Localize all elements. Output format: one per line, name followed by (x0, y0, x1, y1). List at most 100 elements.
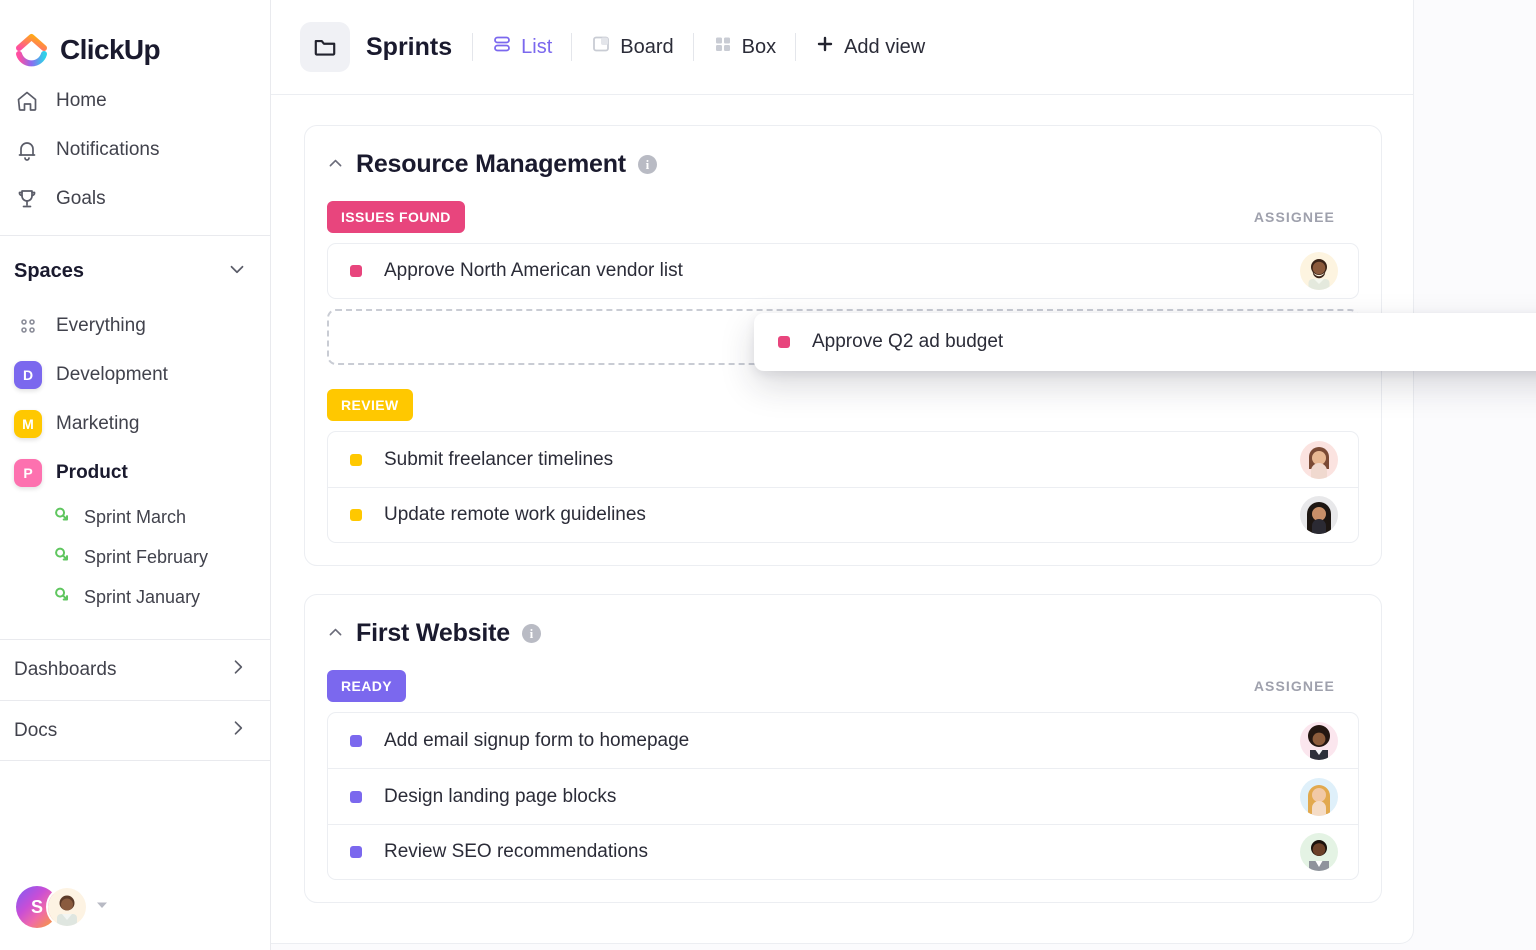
sidebar-item-label: Docs (14, 719, 58, 741)
table-row[interactable]: Add email signup form to homepage (327, 712, 1359, 768)
status-badge[interactable]: REVIEW (327, 389, 413, 421)
assignee-column-header: ASSIGNEE (1253, 209, 1335, 225)
info-icon[interactable]: i (521, 624, 541, 643)
group-header[interactable]: Resource Management i (305, 126, 1381, 179)
sidebar-item-home[interactable]: Home (0, 76, 270, 125)
bell-icon (14, 138, 40, 162)
status-dot (778, 336, 790, 348)
status-badge[interactable]: READY (327, 670, 407, 702)
tab-board[interactable]: Board (572, 25, 692, 69)
avatar[interactable] (1300, 252, 1338, 290)
assignee-column-header: ASSIGNEE (1253, 678, 1335, 694)
sidebar-item-label: Product (56, 461, 128, 483)
box-icon (713, 34, 733, 60)
user-menu-caret-icon[interactable] (96, 898, 108, 916)
tab-label: Board (620, 35, 674, 58)
sidebar-item-label: Everything (56, 314, 146, 336)
status-header-review: REVIEW (305, 387, 1381, 421)
sidebar-item-label: Dashboards (14, 659, 117, 680)
main-panel: Sprints List Board Box Add view Resource… (271, 0, 1414, 944)
table-row[interactable]: Review SEO recommendations (327, 824, 1359, 880)
group-title: Resource Management (356, 150, 626, 178)
sidebar-item-development[interactable]: D Development (0, 350, 270, 399)
add-view-button[interactable]: Add view (796, 25, 944, 69)
status-dot (350, 453, 362, 466)
plus-icon (815, 34, 835, 60)
task-name: Submit freelancer timelines (384, 448, 614, 470)
table-row[interactable]: Submit freelancer timelines (327, 431, 1359, 487)
board-icon (591, 34, 611, 60)
chevron-down-icon[interactable] (226, 258, 248, 285)
user-bar[interactable]: S (16, 886, 108, 928)
chevron-up-icon[interactable] (327, 624, 344, 644)
trophy-icon (14, 187, 40, 211)
task-name: Add email signup form to homepage (384, 729, 690, 751)
sidebar-item-label: Home (56, 89, 107, 111)
chevron-right-icon[interactable] (228, 718, 248, 744)
task-group-first-website: First Website i READY ASSIGNEE Add email… (304, 594, 1382, 903)
avatar[interactable] (1300, 440, 1338, 479)
chevron-right-icon[interactable] (228, 657, 248, 683)
status-dot (350, 734, 362, 747)
status-header-ready: READY ASSIGNEE (305, 648, 1381, 702)
avatar[interactable] (1300, 833, 1338, 871)
table-row[interactable]: Design landing page blocks (327, 768, 1359, 824)
dragged-task-card[interactable]: Approve Q2 ad budget (754, 313, 1536, 371)
tab-list[interactable]: List (473, 25, 571, 69)
avatar[interactable] (1300, 777, 1338, 816)
status-dot (350, 846, 362, 858)
task-name: Design landing page blocks (384, 785, 617, 807)
table-row[interactable]: Approve North American vendor list (327, 243, 1359, 299)
sidebar-item-label: Marketing (56, 412, 140, 434)
spaces-title: Spaces (14, 260, 85, 282)
avatar[interactable] (1300, 721, 1338, 760)
grid-dots-icon (14, 316, 42, 336)
sprint-icon (52, 585, 71, 609)
main-area: Sprints List Board Box Add view Resource… (271, 0, 1536, 950)
sidebar-item-sprint-january[interactable]: Sprint January (0, 577, 270, 617)
sidebar-item-notifications[interactable]: Notifications (0, 125, 270, 174)
page-title: Sprints (366, 32, 453, 61)
task-list-ready: Add email signup form to homepage Design… (327, 712, 1359, 880)
view-toolbar: Sprints List Board Box Add view (271, 0, 1413, 95)
task-groups: Resource Management i ISSUES FOUND ASSIG… (271, 95, 1413, 903)
sidebar-item-docs[interactable]: Docs (0, 700, 270, 761)
tab-label: Box (741, 35, 777, 58)
tab-box[interactable]: Box (694, 25, 795, 69)
sidebar-item-dashboards[interactable]: Dashboards (0, 639, 270, 700)
brand-logo[interactable]: ClickUp (0, 0, 270, 76)
task-name: Approve North American vendor list (384, 260, 683, 281)
folder-icon[interactable] (300, 22, 350, 72)
sprint-icon (52, 505, 71, 529)
status-header-issues-found: ISSUES FOUND ASSIGNEE (305, 179, 1381, 233)
info-icon[interactable]: i (637, 155, 657, 174)
sidebar-item-product[interactable]: P Product (0, 448, 270, 497)
space-avatar: D (14, 360, 42, 389)
chevron-up-icon[interactable] (327, 155, 344, 175)
sidebar-item-sprint-march[interactable]: Sprint March (0, 497, 270, 537)
task-name: Approve Q2 ad budget (812, 331, 1004, 352)
status-badge[interactable]: ISSUES FOUND (327, 201, 465, 233)
sidebar-item-label: Notifications (56, 138, 160, 160)
group-header[interactable]: First Website i (305, 595, 1381, 648)
sidebar-item-sprint-february[interactable]: Sprint February (0, 537, 270, 577)
tab-label: Add view (844, 35, 926, 58)
clickup-app: ClickUp Home Notifications Goals Spaces … (0, 0, 1536, 950)
table-row[interactable]: Update remote work guidelines (327, 487, 1359, 543)
sidebar-item-goals[interactable]: Goals (0, 174, 270, 223)
task-name: Review SEO recommendations (384, 841, 648, 862)
sidebar-item-everything[interactable]: Everything (0, 301, 270, 350)
avatar[interactable] (1300, 496, 1338, 534)
space-avatar: M (14, 409, 42, 438)
avatar[interactable] (46, 886, 88, 928)
sidebar-item-label: Sprint February (84, 546, 209, 567)
sidebar-item-label: Sprint January (84, 586, 201, 607)
sidebar-item-label: Development (56, 363, 168, 385)
sprint-icon (52, 545, 71, 569)
task-name: Update remote work guidelines (384, 504, 646, 525)
list-icon (492, 34, 512, 60)
brand-name: ClickUp (60, 34, 161, 65)
tab-label: List (521, 35, 553, 58)
sidebar-item-marketing[interactable]: M Marketing (0, 399, 270, 448)
spaces-header[interactable]: Spaces (0, 236, 270, 301)
